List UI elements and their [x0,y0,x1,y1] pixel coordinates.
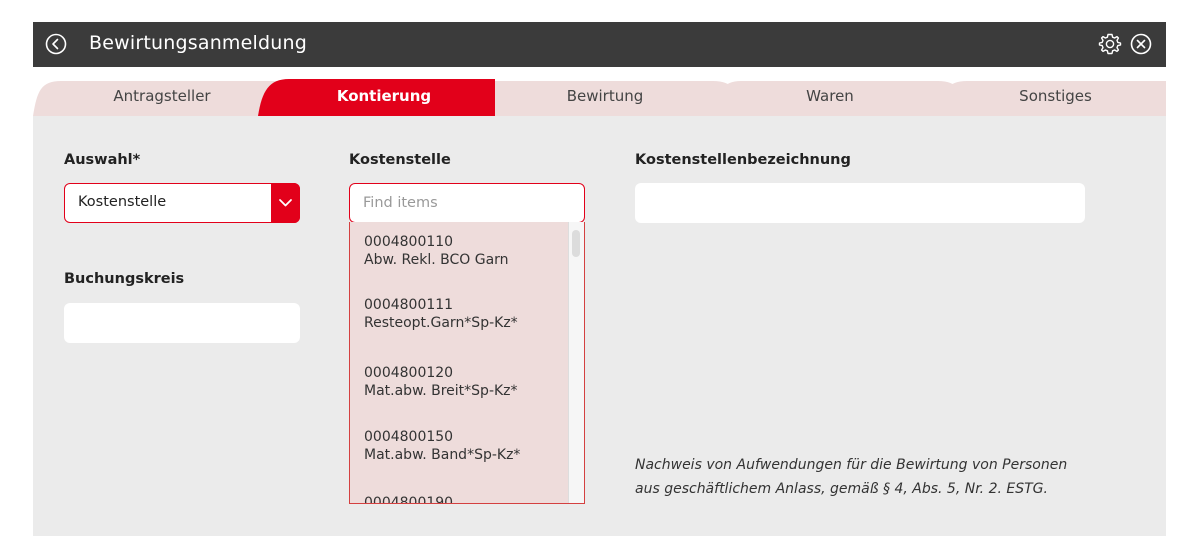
tab-antragsteller[interactable]: Antragsteller [33,87,291,105]
footnote-line: Nachweis von Aufwendungen für die Bewirt… [635,457,1068,473]
item-code: 0004800111 [364,297,454,313]
item-code: 0004800150 [364,429,454,445]
kostenstellenbezeichnung-label: Kostenstellenbezeichnung [635,152,851,168]
auswahl-value: Kostenstelle [78,194,167,210]
auswahl-select[interactable]: Kostenstelle [64,183,300,223]
legal-footnote: Nachweis von Aufwendungen für die Bewirt… [635,453,1155,501]
item-code: 0004800110 [364,234,454,250]
footnote-line: aus geschäftlichem Anlass, gemäß § 4, Ab… [635,481,1048,497]
item-name: Resteopt.Garn*Sp-Kz* [364,315,518,331]
dropdown-button[interactable] [271,183,300,223]
list-item[interactable]: 0004800150 Mat.abw. Band*Sp-Kz* [364,428,520,464]
item-code: 0004800120 [364,365,454,381]
tab-bar: Antragsteller Kontierung Bewirtung Waren… [33,79,1166,116]
kostenstelle-list[interactable]: 0004800110 Abw. Rekl. BCO Garn 000480011… [349,222,585,504]
scrollbar-thumb[interactable] [572,230,580,257]
chevron-down-icon [279,199,292,207]
kostenstelle-search-input[interactable] [349,183,585,223]
list-item[interactable]: 0004800120 Mat.abw. Breit*Sp-Kz* [364,364,518,400]
list-item[interactable]: 0004800190 [364,494,454,504]
item-name: Mat.abw. Band*Sp-Kz* [364,447,521,463]
list-item[interactable]: 0004800111 Resteopt.Garn*Sp-Kz* [364,296,518,332]
list-scrollbar[interactable] [568,222,584,503]
back-circle-icon[interactable] [45,33,67,55]
item-code: 0004800190 [364,495,454,504]
list-item[interactable]: 0004800110 Abw. Rekl. BCO Garn [364,233,509,269]
tab-kontierung[interactable]: Kontierung [273,87,495,105]
close-circle-icon[interactable] [1130,33,1152,55]
tab-waren[interactable]: Waren [719,87,941,105]
item-name: Abw. Rekl. BCO Garn [364,252,509,268]
item-name: Mat.abw. Breit*Sp-Kz* [364,383,518,399]
kostenstelle-label: Kostenstelle [349,152,451,168]
tab-sonstiges[interactable]: Sonstiges [945,87,1166,105]
tab-bewirtung[interactable]: Bewirtung [495,87,715,105]
window-title: Bewirtungsanmeldung [89,32,308,54]
kostenstellenbezeichnung-field[interactable] [635,183,1085,223]
buchungskreis-label: Buchungskreis [64,271,185,287]
buchungskreis-field[interactable] [64,303,300,343]
title-bar: Bewirtungsanmeldung [33,22,1166,67]
gear-icon[interactable] [1098,32,1122,56]
form-panel: Auswahl* Kostenstelle Buchungskreis Kost… [33,116,1166,536]
auswahl-label: Auswahl* [64,152,141,168]
